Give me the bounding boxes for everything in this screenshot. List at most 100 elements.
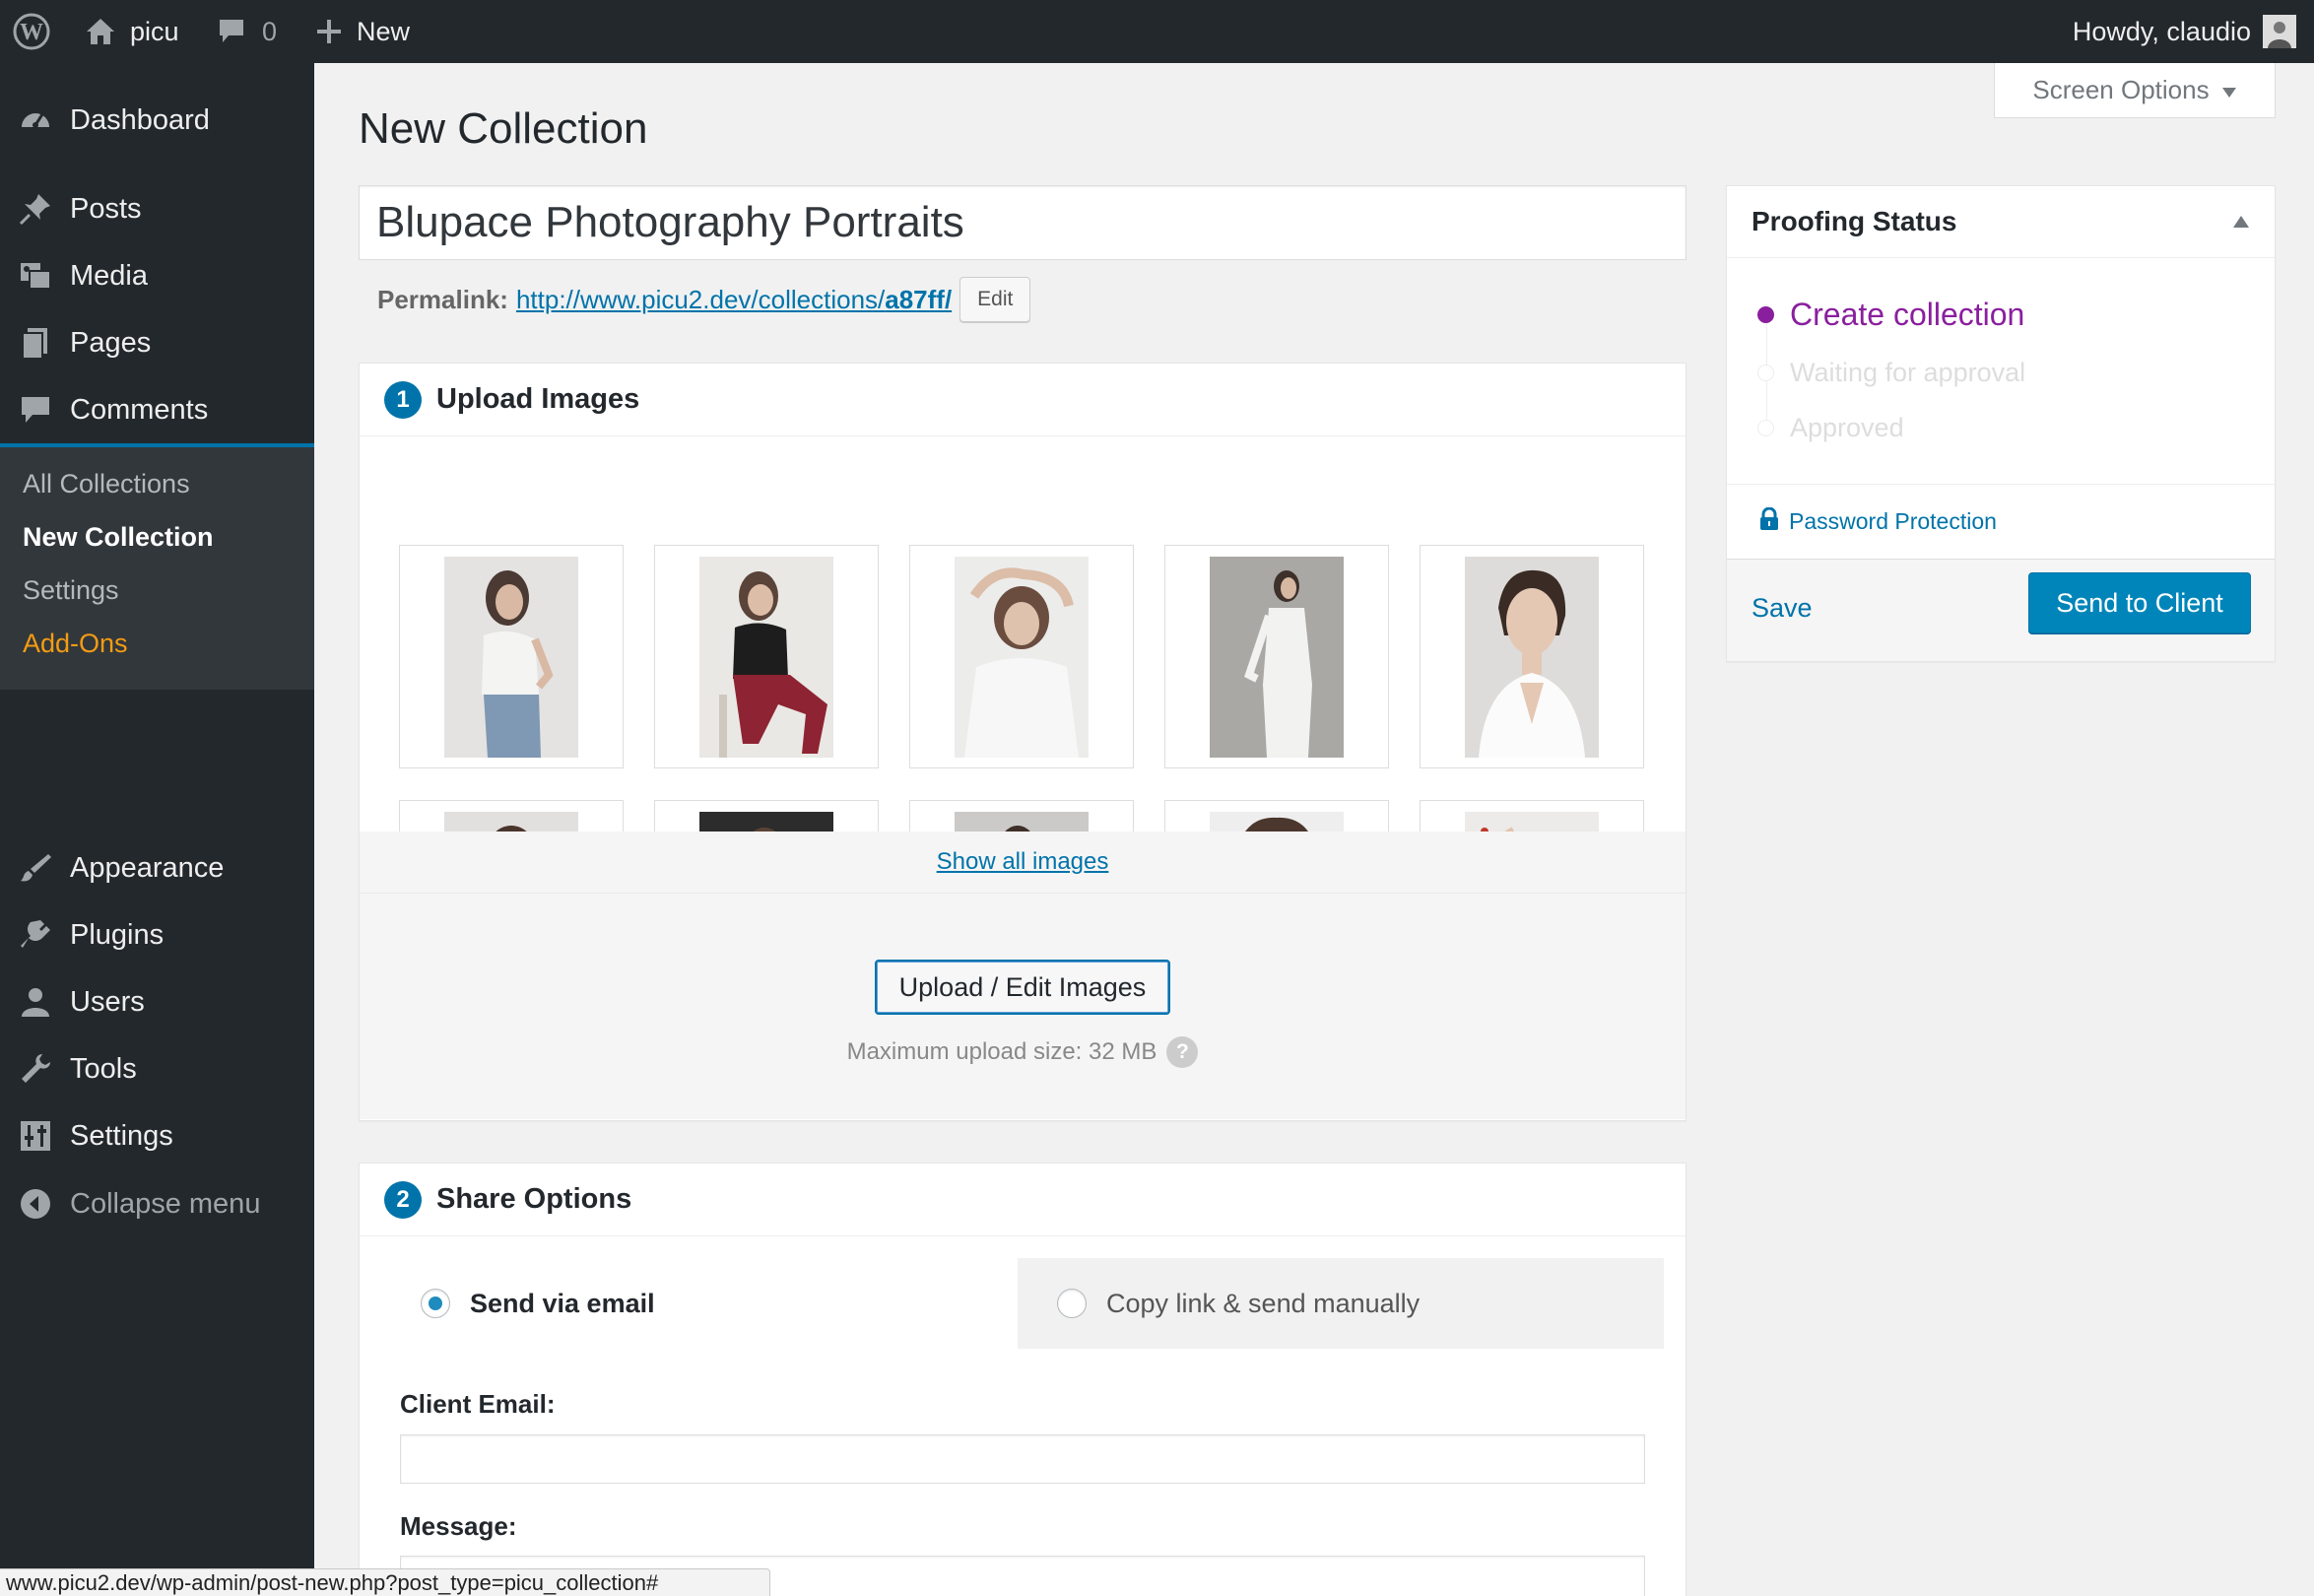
image-thumbnail[interactable] xyxy=(1164,545,1389,768)
menu-label-dashboard: Dashboard xyxy=(70,103,210,136)
image-thumbnail[interactable] xyxy=(1420,545,1644,768)
client-email-label: Client Email: xyxy=(400,1389,556,1419)
portrait-photo-2 xyxy=(699,557,833,758)
step-number-1: 1 xyxy=(384,380,422,419)
image-thumbnail[interactable] xyxy=(1420,800,1644,831)
lock-icon xyxy=(1759,506,1779,537)
submenu-all-collections[interactable]: All Collections xyxy=(23,469,190,499)
comments-count: 0 xyxy=(262,16,278,46)
max-upload-text: Maximum upload size: 32 MB xyxy=(846,1038,1157,1065)
picu-submenu: All Collections New Collection Settings … xyxy=(0,447,314,690)
menu-item-dashboard[interactable]: Dashboard xyxy=(0,90,314,151)
menu-label-media: Media xyxy=(70,259,148,292)
proofing-status-title: Proofing Status xyxy=(1752,206,1957,236)
proofing-status-header[interactable]: Proofing Status xyxy=(1727,186,2275,258)
menu-label-posts: Posts xyxy=(70,192,142,225)
menu-item-settings[interactable]: Settings xyxy=(0,1105,314,1166)
portrait-photo-8 xyxy=(955,812,1089,831)
menu-item-appearance[interactable]: Appearance xyxy=(0,837,314,898)
image-thumbnail[interactable] xyxy=(654,800,879,831)
pushpin-icon xyxy=(18,191,53,227)
dashboard-icon xyxy=(18,102,53,138)
portrait-photo-9 xyxy=(1210,812,1344,831)
menu-label-appearance: Appearance xyxy=(70,851,225,884)
portrait-photo-5 xyxy=(1465,557,1599,758)
portrait-photo-3 xyxy=(955,557,1089,758)
permalink-url[interactable]: http://www.picu2.dev/collections/a87ff/ xyxy=(516,285,952,315)
admin-sidebar: Dashboard Posts Media Pages Comments pic… xyxy=(0,63,314,1596)
status-dot xyxy=(1757,365,1774,381)
menu-item-posts[interactable]: Posts xyxy=(0,178,314,239)
screen-options-button[interactable]: Screen Options xyxy=(1994,63,2276,118)
menu-label-settings: Settings xyxy=(70,1119,173,1152)
share-method-tabs: Send via email Copy link & send manually xyxy=(381,1258,1664,1349)
submenu-settings[interactable]: Settings xyxy=(23,575,119,606)
menu-item-users[interactable]: Users xyxy=(0,971,314,1032)
permalink-label: Permalink: xyxy=(377,284,508,314)
collection-title-input[interactable]: Blupace Photography Portraits xyxy=(359,185,1686,260)
menu-item-pages[interactable]: Pages xyxy=(0,312,314,373)
image-thumbnail[interactable] xyxy=(654,545,879,768)
password-protection-label: Password Protection xyxy=(1789,508,1997,534)
submenu-add-ons[interactable]: Add-Ons xyxy=(23,629,128,659)
menu-label-pages: Pages xyxy=(70,326,152,359)
proofing-status-box: Proofing Status Create collection Waitin… xyxy=(1726,185,2276,662)
proofing-actions: Save Send to Client xyxy=(1727,559,2275,661)
admin-bar: W picu 0 New Howdy, claudio xyxy=(0,0,2314,63)
save-link[interactable]: Save xyxy=(1752,593,1813,624)
menu-item-plugins[interactable]: Plugins xyxy=(0,904,314,965)
svg-text:W: W xyxy=(20,20,43,45)
image-thumbnail[interactable] xyxy=(399,545,624,768)
permalink-slug: a87ff/ xyxy=(885,284,953,314)
portrait-photo-6 xyxy=(444,812,578,831)
show-all-images-link[interactable]: Show all images xyxy=(937,848,1109,876)
submenu-new-collection[interactable]: New Collection xyxy=(23,522,214,553)
radio-send-via-email[interactable] xyxy=(421,1289,450,1318)
howdy-text: Howdy, claudio xyxy=(2072,16,2251,46)
permalink-edit-button[interactable]: Edit xyxy=(959,277,1031,322)
comment-bubble-icon xyxy=(217,18,246,45)
send-to-client-button[interactable]: Send to Client xyxy=(2028,572,2251,633)
caret-down-icon xyxy=(2221,75,2237,105)
tab-copy-link-label: Copy link & send manually xyxy=(1106,1288,1421,1318)
status-step-approved: Approved xyxy=(1757,413,1904,443)
paintbrush-icon xyxy=(18,850,53,886)
radio-copy-link[interactable] xyxy=(1057,1289,1087,1318)
max-upload-info: Maximum upload size: 32 MB ? xyxy=(360,1036,1686,1068)
upload-images-box: 1 Upload Images Show all images Upload /… xyxy=(359,363,1686,1121)
password-protection-link[interactable]: Password Protection xyxy=(1727,484,2275,559)
help-icon[interactable]: ? xyxy=(1166,1036,1199,1068)
menu-item-tools[interactable]: Tools xyxy=(0,1038,314,1099)
upload-images-title: Upload Images xyxy=(436,383,640,415)
menu-label-users: Users xyxy=(70,985,145,1018)
menu-label-comments: Comments xyxy=(70,393,209,426)
comments-link[interactable]: 0 xyxy=(217,0,277,63)
site-home-link[interactable]: picu xyxy=(85,0,179,63)
collapse-menu-button[interactable]: Collapse menu xyxy=(0,1173,314,1234)
image-thumbnail[interactable] xyxy=(1164,800,1389,831)
step-number-2: 2 xyxy=(384,1180,422,1219)
image-thumbnail[interactable] xyxy=(909,800,1134,831)
permalink-url-base: http://www.picu2.dev/collections/ xyxy=(515,284,886,314)
plugin-icon xyxy=(18,917,53,953)
my-account-link[interactable]: Howdy, claudio xyxy=(2073,0,2296,63)
collapse-arrow-icon[interactable] xyxy=(2233,216,2249,228)
plus-icon xyxy=(315,18,343,45)
page-title: New Collection xyxy=(359,104,648,153)
tab-copy-link[interactable]: Copy link & send manually xyxy=(1018,1258,1664,1349)
new-content-link[interactable]: New xyxy=(315,0,410,63)
image-thumbnail[interactable] xyxy=(909,545,1134,768)
menu-item-media[interactable]: Media xyxy=(0,245,314,306)
home-icon xyxy=(85,17,116,46)
image-thumbnail[interactable] xyxy=(399,800,624,831)
status-step-create: Create collection xyxy=(1757,297,2024,333)
image-grid xyxy=(360,436,1686,831)
wrench-icon xyxy=(18,1051,53,1087)
tab-send-via-email[interactable]: Send via email xyxy=(381,1258,1018,1349)
menu-label-collapse: Collapse menu xyxy=(70,1187,261,1220)
client-email-input[interactable] xyxy=(400,1434,1645,1484)
upload-edit-images-button[interactable]: Upload / Edit Images xyxy=(875,960,1170,1015)
menu-item-comments[interactable]: Comments xyxy=(0,379,314,440)
upload-area: Upload / Edit Images Maximum upload size… xyxy=(360,894,1686,1119)
wordpress-logo-icon[interactable]: W xyxy=(12,0,51,63)
